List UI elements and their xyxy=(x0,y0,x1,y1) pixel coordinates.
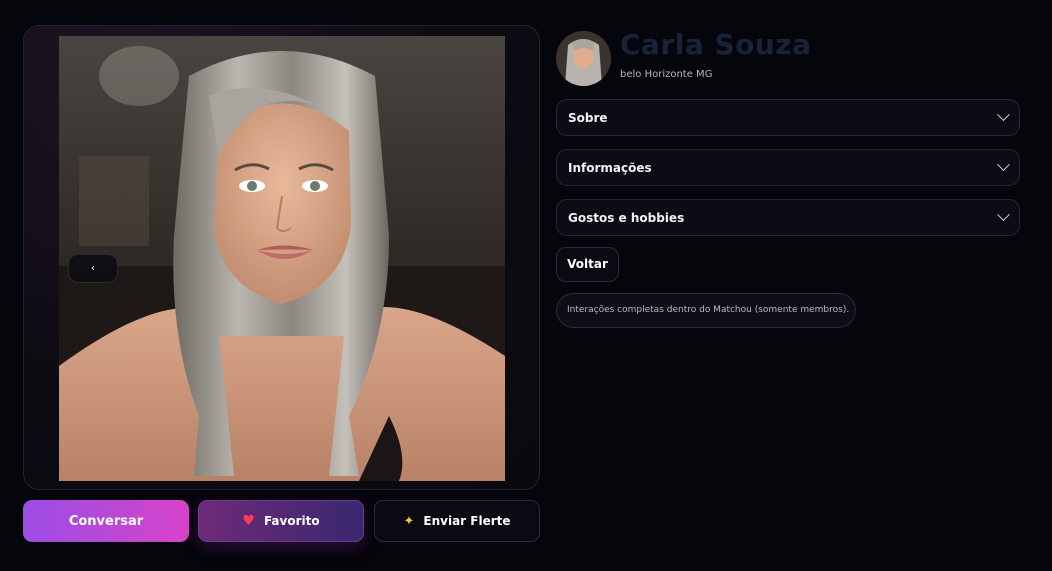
photo-gallery: ‹ › xyxy=(23,25,540,490)
chevron-down-icon xyxy=(997,208,1010,222)
previous-photo-button[interactable]: ‹ xyxy=(68,254,118,283)
avatar xyxy=(556,31,611,86)
accordion-about-label: Sobre xyxy=(568,110,608,125)
chat-button[interactable]: Conversar xyxy=(23,500,189,542)
profile-photo: ‹ › xyxy=(59,36,505,481)
profile-location: belo Horizonte MG xyxy=(620,69,713,80)
accordion-information[interactable]: Informações xyxy=(556,149,1020,186)
chevron-down-icon xyxy=(997,108,1010,122)
profile-actions: Conversar ♥ Favorito ✦ Enviar Flerte xyxy=(23,500,540,542)
accordion-information-label: Informações xyxy=(568,160,652,175)
sparkles-icon: ✦ xyxy=(403,513,415,529)
accordion-hobbies[interactable]: Gostos e hobbies xyxy=(556,199,1020,236)
profile-name: Carla Souza xyxy=(620,28,812,61)
heart-icon: ♥ xyxy=(242,513,255,529)
accordion-hobbies-label: Gostos e hobbies xyxy=(568,210,685,225)
send-flirt-button-label: Enviar Flerte xyxy=(423,514,511,528)
send-flirt-button[interactable]: ✦ Enviar Flerte xyxy=(374,500,540,542)
chevron-down-icon xyxy=(997,158,1010,172)
members-notice: Interações completas dentro do Matchou (… xyxy=(556,293,856,328)
chat-button-label: Conversar xyxy=(68,513,144,529)
back-button[interactable]: Voltar xyxy=(556,247,619,282)
favorite-button[interactable]: ♥ Favorito xyxy=(198,500,364,542)
favorite-button-label: Favorito xyxy=(263,514,320,528)
accordion-about[interactable]: Sobre xyxy=(556,99,1020,136)
